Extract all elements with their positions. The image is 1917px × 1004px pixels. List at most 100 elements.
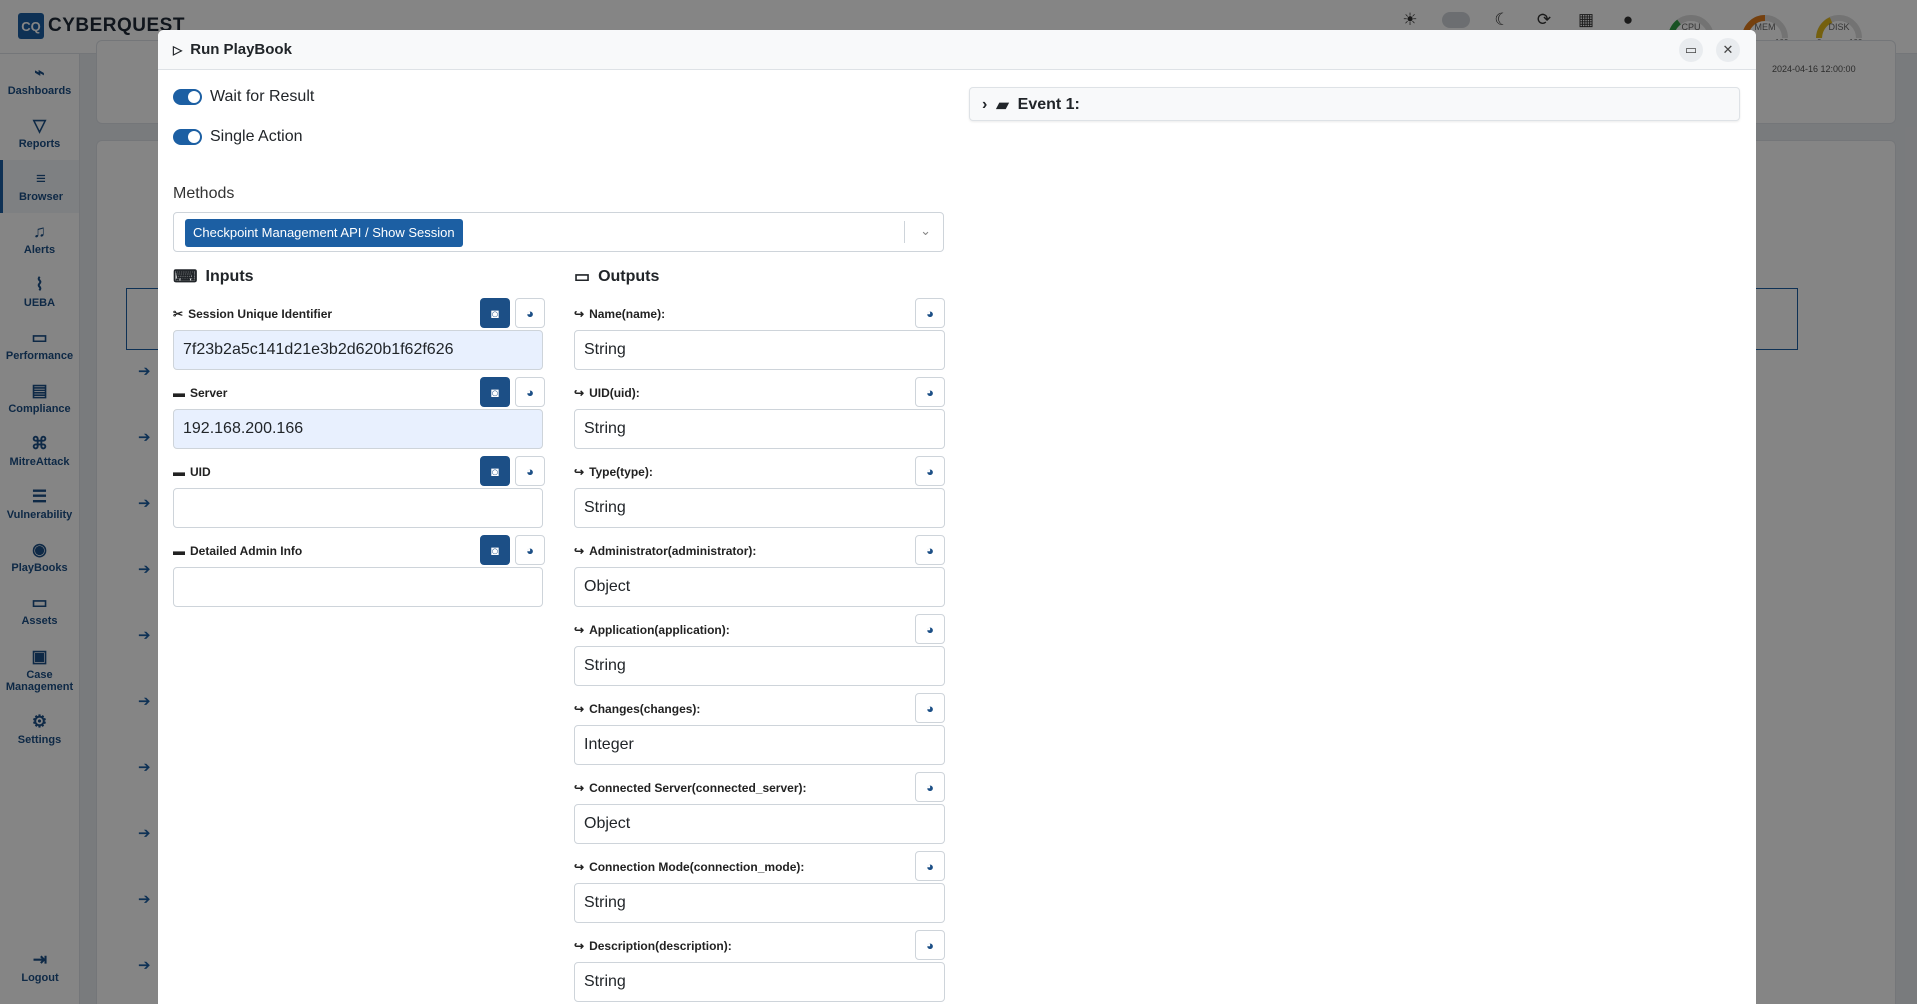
variable-button[interactable]: ◕ bbox=[515, 377, 545, 407]
share-arrow-icon: ↪ bbox=[574, 860, 585, 874]
variable-icon: ◕ bbox=[926, 384, 934, 400]
variable-icon: ◕ bbox=[926, 542, 934, 558]
output-label: ↪ Application(application): bbox=[574, 623, 730, 637]
chevron-right-icon: › bbox=[982, 96, 988, 113]
variable-icon: ◕ bbox=[526, 384, 534, 400]
camera-button[interactable]: ◙ bbox=[480, 298, 510, 328]
chevron-down-icon[interactable]: ⌄ bbox=[920, 223, 931, 239]
output-label: ↪ Changes(changes): bbox=[574, 702, 701, 716]
share-arrow-icon: ↪ bbox=[574, 307, 585, 321]
variable-icon: ◕ bbox=[526, 463, 534, 479]
methods-select[interactable]: Checkpoint Management API / Show Session… bbox=[173, 212, 944, 252]
variable-icon: ◕ bbox=[926, 305, 934, 321]
keyboard-icon: ▬ bbox=[173, 465, 185, 479]
variable-button[interactable]: ◕ bbox=[915, 930, 945, 960]
output-label: ↪ Connected Server(connected_server): bbox=[574, 781, 807, 795]
variable-button[interactable]: ◕ bbox=[915, 377, 945, 407]
event-title: Event 1: bbox=[1017, 96, 1080, 113]
input-label-session-unique-identifier: ✂ Session Unique Identifier bbox=[173, 307, 333, 321]
variable-icon: ◕ bbox=[926, 937, 934, 953]
session-unique-identifier-input[interactable]: 7f23b2a5c141d21e3b2d620b1f62f626 bbox=[173, 330, 543, 370]
output-type-field[interactable]: String bbox=[574, 646, 945, 686]
output-label: ↪ Name(name): bbox=[574, 307, 666, 321]
play-icon: ▷ bbox=[173, 42, 183, 57]
variable-icon: ◕ bbox=[926, 858, 934, 874]
output-label: ↪ UID(uid): bbox=[574, 386, 640, 400]
output-label: ↪ Description(description): bbox=[574, 939, 732, 953]
variable-icon: ◕ bbox=[926, 621, 934, 637]
output-label: ↪ Administrator(administrator): bbox=[574, 544, 757, 558]
wait-for-result-switch[interactable] bbox=[173, 89, 202, 105]
wait-for-result-label: Wait for Result bbox=[210, 88, 315, 105]
output-label: ↪ Type(type): bbox=[574, 465, 653, 479]
server-input[interactable]: 192.168.200.166 bbox=[173, 409, 543, 449]
monitor-icon: ▭ bbox=[574, 267, 591, 286]
share-arrow-icon: ↪ bbox=[574, 939, 585, 953]
close-icon: ✕ bbox=[1722, 42, 1734, 57]
single-action-switch[interactable] bbox=[173, 129, 202, 145]
variable-button[interactable]: ◕ bbox=[515, 456, 545, 486]
variable-button[interactable]: ◕ bbox=[915, 851, 945, 881]
input-label-server: ▬ Server bbox=[173, 386, 228, 400]
modal-title: Run PlayBook bbox=[190, 41, 292, 58]
camera-button[interactable]: ◙ bbox=[480, 535, 510, 565]
variable-button[interactable]: ◕ bbox=[915, 456, 945, 486]
select-separator bbox=[904, 221, 905, 243]
variable-icon: ◕ bbox=[926, 463, 934, 479]
camera-icon: ◙ bbox=[491, 384, 499, 400]
output-type-field[interactable]: String bbox=[574, 883, 945, 923]
keyboard-icon: ▬ bbox=[173, 386, 185, 400]
run-playbook-modal: ▷ Run PlayBook ▭ ✕ Wait for Result Singl… bbox=[158, 30, 1756, 1004]
variable-button[interactable]: ◕ bbox=[915, 693, 945, 723]
share-arrow-icon: ↪ bbox=[574, 544, 585, 558]
share-arrow-icon: ↪ bbox=[574, 386, 585, 400]
single-action-label: Single Action bbox=[210, 128, 303, 145]
input-label-detailed-admin-info: ▬ Detailed Admin Info bbox=[173, 544, 303, 558]
outputs-heading: ▭ Outputs bbox=[574, 267, 660, 286]
output-type-field[interactable]: String bbox=[574, 962, 945, 1002]
variable-button[interactable]: ◕ bbox=[515, 535, 545, 565]
event-accordion[interactable]: › ▰ Event 1: bbox=[969, 87, 1740, 121]
methods-label: Methods bbox=[173, 185, 235, 202]
input-label-uid: ▬ UID bbox=[173, 465, 211, 479]
output-type-field[interactable]: Object bbox=[574, 567, 945, 607]
output-type-field[interactable]: Object bbox=[574, 804, 945, 844]
variable-button[interactable]: ◕ bbox=[915, 298, 945, 328]
output-type-field[interactable]: String bbox=[574, 488, 945, 528]
inputs-heading: ⌨ Inputs bbox=[173, 267, 254, 286]
output-type-field[interactable]: String bbox=[574, 409, 945, 449]
wait-for-result-toggle-row: Wait for Result bbox=[173, 88, 314, 106]
tools-icon: ✂ bbox=[173, 307, 184, 321]
output-label: ↪ Connection Mode(connection_mode): bbox=[574, 860, 805, 874]
output-type-field[interactable]: Integer bbox=[574, 725, 945, 765]
camera-button[interactable]: ◙ bbox=[480, 456, 510, 486]
close-button[interactable]: ✕ bbox=[1716, 38, 1740, 62]
camera-icon: ◙ bbox=[491, 305, 499, 321]
variable-icon: ◕ bbox=[526, 542, 534, 558]
variable-icon: ◕ bbox=[926, 700, 934, 716]
share-arrow-icon: ↪ bbox=[574, 781, 585, 795]
method-chip[interactable]: Checkpoint Management API / Show Session bbox=[185, 219, 463, 247]
keyboard-icon: ⌨ bbox=[173, 267, 198, 286]
variable-icon: ◕ bbox=[926, 779, 934, 795]
variable-button[interactable]: ◕ bbox=[515, 298, 545, 328]
folder-icon: ▰ bbox=[996, 97, 1009, 114]
variable-icon: ◕ bbox=[526, 305, 534, 321]
share-arrow-icon: ↪ bbox=[574, 702, 585, 716]
maximize-button[interactable]: ▭ bbox=[1679, 38, 1703, 62]
single-action-toggle-row: Single Action bbox=[173, 128, 303, 146]
maximize-icon: ▭ bbox=[1684, 42, 1698, 57]
share-arrow-icon: ↪ bbox=[574, 623, 585, 637]
detailed-admin-info-input[interactable] bbox=[173, 567, 543, 607]
camera-icon: ◙ bbox=[491, 463, 499, 479]
variable-button[interactable]: ◕ bbox=[915, 614, 945, 644]
uid-input[interactable] bbox=[173, 488, 543, 528]
share-arrow-icon: ↪ bbox=[574, 465, 585, 479]
camera-button[interactable]: ◙ bbox=[480, 377, 510, 407]
camera-icon: ◙ bbox=[491, 542, 499, 558]
keyboard-icon: ▬ bbox=[173, 544, 185, 558]
output-type-field[interactable]: String bbox=[574, 330, 945, 370]
variable-button[interactable]: ◕ bbox=[915, 772, 945, 802]
variable-button[interactable]: ◕ bbox=[915, 535, 945, 565]
modal-header: ▷ Run PlayBook ▭ ✕ bbox=[158, 30, 1756, 70]
